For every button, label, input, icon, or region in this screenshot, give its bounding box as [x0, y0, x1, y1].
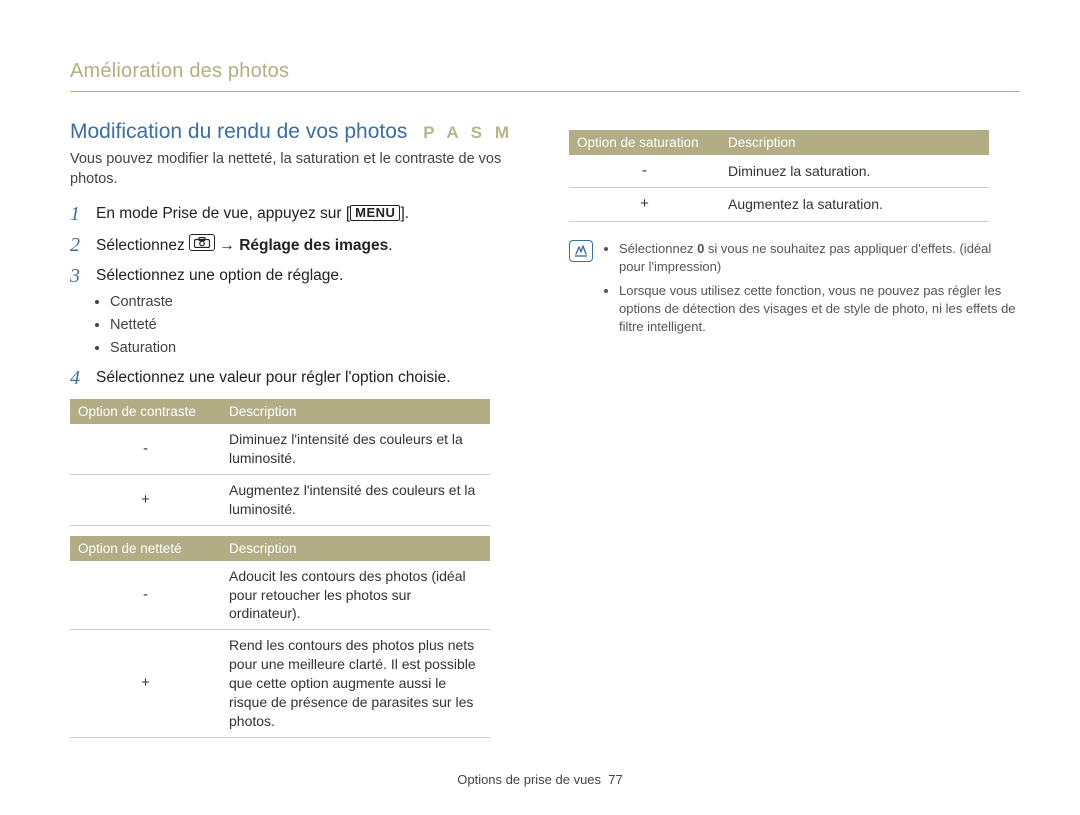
bullet-contrast: Contraste [110, 292, 521, 313]
step-number: 4 [70, 367, 86, 389]
step-body: Sélectionnez une option de réglage. Cont… [96, 265, 521, 359]
step-1-suffix: ]. [400, 205, 409, 222]
footer-label: Options de prise de vues [457, 772, 601, 787]
table-header-row: Option de netteté Description [70, 536, 490, 561]
column-left: Modification du rendu de vos photos P A … [70, 120, 521, 738]
step-number: 2 [70, 234, 86, 256]
menu-button-label: MENU [350, 205, 400, 221]
table-saturation: Option de saturation Description - Dimin… [569, 130, 989, 222]
option-desc: Diminuez la saturation. [720, 155, 989, 188]
step-body: En mode Prise de vue, appuyez sur [MENU]… [96, 203, 521, 225]
table-header-option: Option de contraste [70, 399, 221, 424]
content-columns: Modification du rendu de vos photos P A … [70, 120, 1020, 738]
mode-letters: P A S M [423, 123, 513, 142]
option-desc: Augmentez l'intensité des couleurs et la… [221, 474, 490, 525]
table-header-description: Description [720, 130, 989, 155]
section-header: Amélioration des photos [70, 60, 1020, 92]
step-2-arrow: → [215, 237, 239, 254]
note-1-prefix: Sélectionnez [619, 241, 697, 256]
option-sign: - [70, 424, 221, 474]
step-3-bullets: Contraste Netteté Saturation [96, 292, 521, 359]
bullet-saturation: Saturation [110, 338, 521, 359]
intro-text: Vous pouvez modifier la netteté, la satu… [70, 150, 521, 189]
step-number: 1 [70, 203, 86, 225]
note-box: Sélectionnez 0 si vous ne souhaitez pas … [569, 240, 1020, 343]
step-1-prefix: En mode Prise de vue, appuyez sur [ [96, 205, 350, 222]
table-header-option: Option de saturation [569, 130, 720, 155]
column-right: Option de saturation Description - Dimin… [569, 120, 1020, 738]
table-row: - Diminuez la saturation. [569, 155, 989, 188]
note-list: Sélectionnez 0 si vous ne souhaitez pas … [603, 240, 1020, 343]
page: Amélioration des photos Modification du … [0, 0, 1080, 815]
option-desc: Rend les contours des photos plus nets p… [221, 630, 490, 737]
step-1: 1 En mode Prise de vue, appuyez sur [MEN… [70, 203, 521, 225]
option-desc: Adoucit les contours des photos (idéal p… [221, 561, 490, 630]
table-row: + Rend les contours des photos plus nets… [70, 630, 490, 737]
option-sign: + [569, 188, 720, 221]
table-row: + Augmentez l'intensité des couleurs et … [70, 474, 490, 525]
table-sharpness: Option de netteté Description - Adoucit … [70, 536, 490, 738]
step-2-bold: Réglage des images [239, 237, 388, 254]
option-desc: Augmentez la saturation. [720, 188, 989, 221]
footer-page-number: 77 [608, 772, 622, 787]
table-header-row: Option de contraste Description [70, 399, 490, 424]
step-body: Sélectionnez une valeur pour régler l'op… [96, 367, 521, 389]
step-3-text: Sélectionnez une option de réglage. [96, 267, 343, 284]
step-number: 3 [70, 265, 86, 287]
bullet-sharpness: Netteté [110, 315, 521, 336]
step-body: Sélectionnez → Réglage des images. [96, 234, 521, 257]
table-row: - Adoucit les contours des photos (idéal… [70, 561, 490, 630]
option-desc: Diminuez l'intensité des couleurs et la … [221, 424, 490, 474]
table-header-row: Option de saturation Description [569, 130, 989, 155]
table-row: - Diminuez l'intensité des couleurs et l… [70, 424, 490, 474]
note-icon [569, 240, 593, 343]
table-header-description: Description [221, 399, 490, 424]
option-sign: - [70, 561, 221, 630]
table-contrast: Option de contraste Description - Diminu… [70, 399, 490, 526]
step-2-suffix: . [388, 237, 392, 254]
note-item-1: Sélectionnez 0 si vous ne souhaitez pas … [619, 240, 1020, 276]
title-row: Modification du rendu de vos photos P A … [70, 120, 521, 144]
table-header-option: Option de netteté [70, 536, 221, 561]
step-3: 3 Sélectionnez une option de réglage. Co… [70, 265, 521, 359]
page-title: Modification du rendu de vos photos [70, 120, 407, 143]
page-footer: Options de prise de vues 77 [0, 772, 1080, 787]
option-sign: + [70, 474, 221, 525]
step-4: 4 Sélectionnez une valeur pour régler l'… [70, 367, 521, 389]
option-sign: + [70, 630, 221, 737]
note-item-2: Lorsque vous utilisez cette fonction, vo… [619, 282, 1020, 337]
option-sign: - [569, 155, 720, 188]
step-2: 2 Sélectionnez → Réglage des images. [70, 234, 521, 257]
steps-list: 1 En mode Prise de vue, appuyez sur [MEN… [70, 203, 521, 389]
table-row: + Augmentez la saturation. [569, 188, 989, 221]
table-header-description: Description [221, 536, 490, 561]
step-2-prefix: Sélectionnez [96, 237, 189, 254]
camera-icon [189, 234, 215, 251]
